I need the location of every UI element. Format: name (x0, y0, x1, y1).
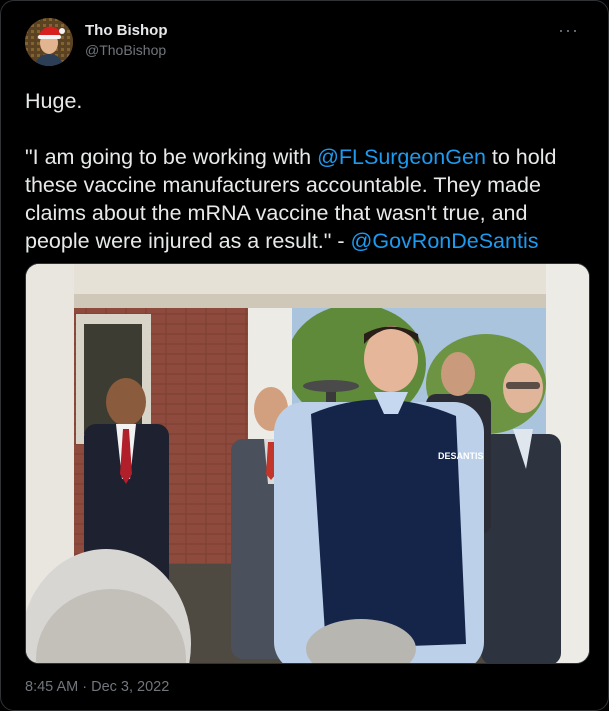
user-handle[interactable]: @ThoBishop (85, 40, 168, 60)
more-icon[interactable]: ··· (558, 20, 579, 41)
tweet-photo[interactable]: DESANTIS (25, 263, 590, 664)
avatar[interactable] (25, 18, 73, 66)
tweet-time[interactable]: 8:45 AM (25, 679, 78, 695)
tweet-quote: "I am going to be working with @FLSurgeo… (25, 143, 595, 255)
display-name[interactable]: Tho Bishop (85, 22, 168, 40)
tweet-text: Huge. "I am going to be working with @FL… (25, 87, 595, 255)
user-names: Tho Bishop @ThoBishop (85, 22, 168, 60)
timestamp-separator: · (78, 679, 92, 695)
quote-text-start: "I am going to be working with (25, 145, 318, 169)
vest-logo-text: DESANTIS (438, 451, 484, 461)
mention-flsurgeongen[interactable]: @FLSurgeonGen (317, 145, 486, 169)
tweet-line-1: Huge. (25, 89, 83, 113)
tweet-date[interactable]: Dec 3, 2022 (91, 679, 169, 695)
tweet-timestamp: 8:45 AM · Dec 3, 2022 (25, 679, 169, 695)
mention-govrondesantis[interactable]: @GovRonDeSantis (351, 229, 539, 253)
tweet-card: Tho Bishop @ThoBishop ··· Huge. "I am go… (0, 0, 609, 711)
tweet-header: Tho Bishop @ThoBishop ··· (25, 18, 585, 70)
